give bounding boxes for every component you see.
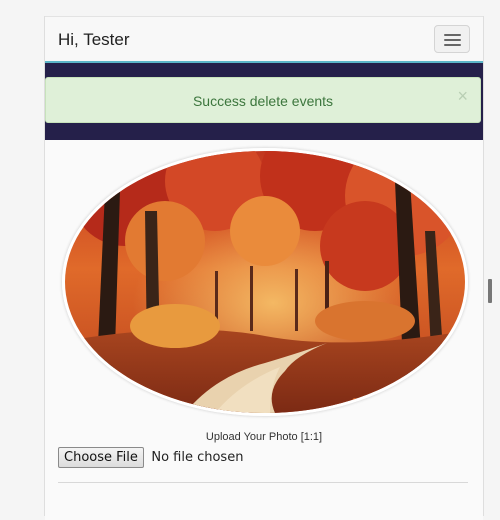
- alert-message: Success delete events: [192, 93, 334, 109]
- profile-panel: Upload Your Photo [1:1] Choose File No f…: [45, 140, 483, 520]
- app-container: Hi, Tester Success delete events × Uploa…: [44, 16, 484, 520]
- navbar: Hi, Tester: [45, 16, 483, 62]
- autumn-forest-path-photo: [65, 151, 465, 413]
- profile-photo: [62, 148, 468, 416]
- greeting-text: Hi, Tester: [58, 30, 130, 49]
- file-input[interactable]: Choose File No file chosen: [58, 447, 243, 469]
- hamburger-icon: [444, 39, 461, 41]
- close-icon[interactable]: ×: [457, 87, 468, 105]
- menu-toggle-button[interactable]: [434, 25, 470, 53]
- choose-file-button[interactable]: Choose File: [58, 447, 144, 468]
- success-alert: Success delete events ×: [45, 77, 481, 123]
- file-status-text: No file chosen: [151, 450, 244, 465]
- upload-photo-caption: Upload Your Photo [1:1]: [205, 431, 323, 443]
- hamburger-icon: [444, 44, 461, 46]
- hamburger-icon: [444, 34, 461, 36]
- scrollbar-handle[interactable]: [488, 279, 492, 303]
- divider: [58, 482, 468, 483]
